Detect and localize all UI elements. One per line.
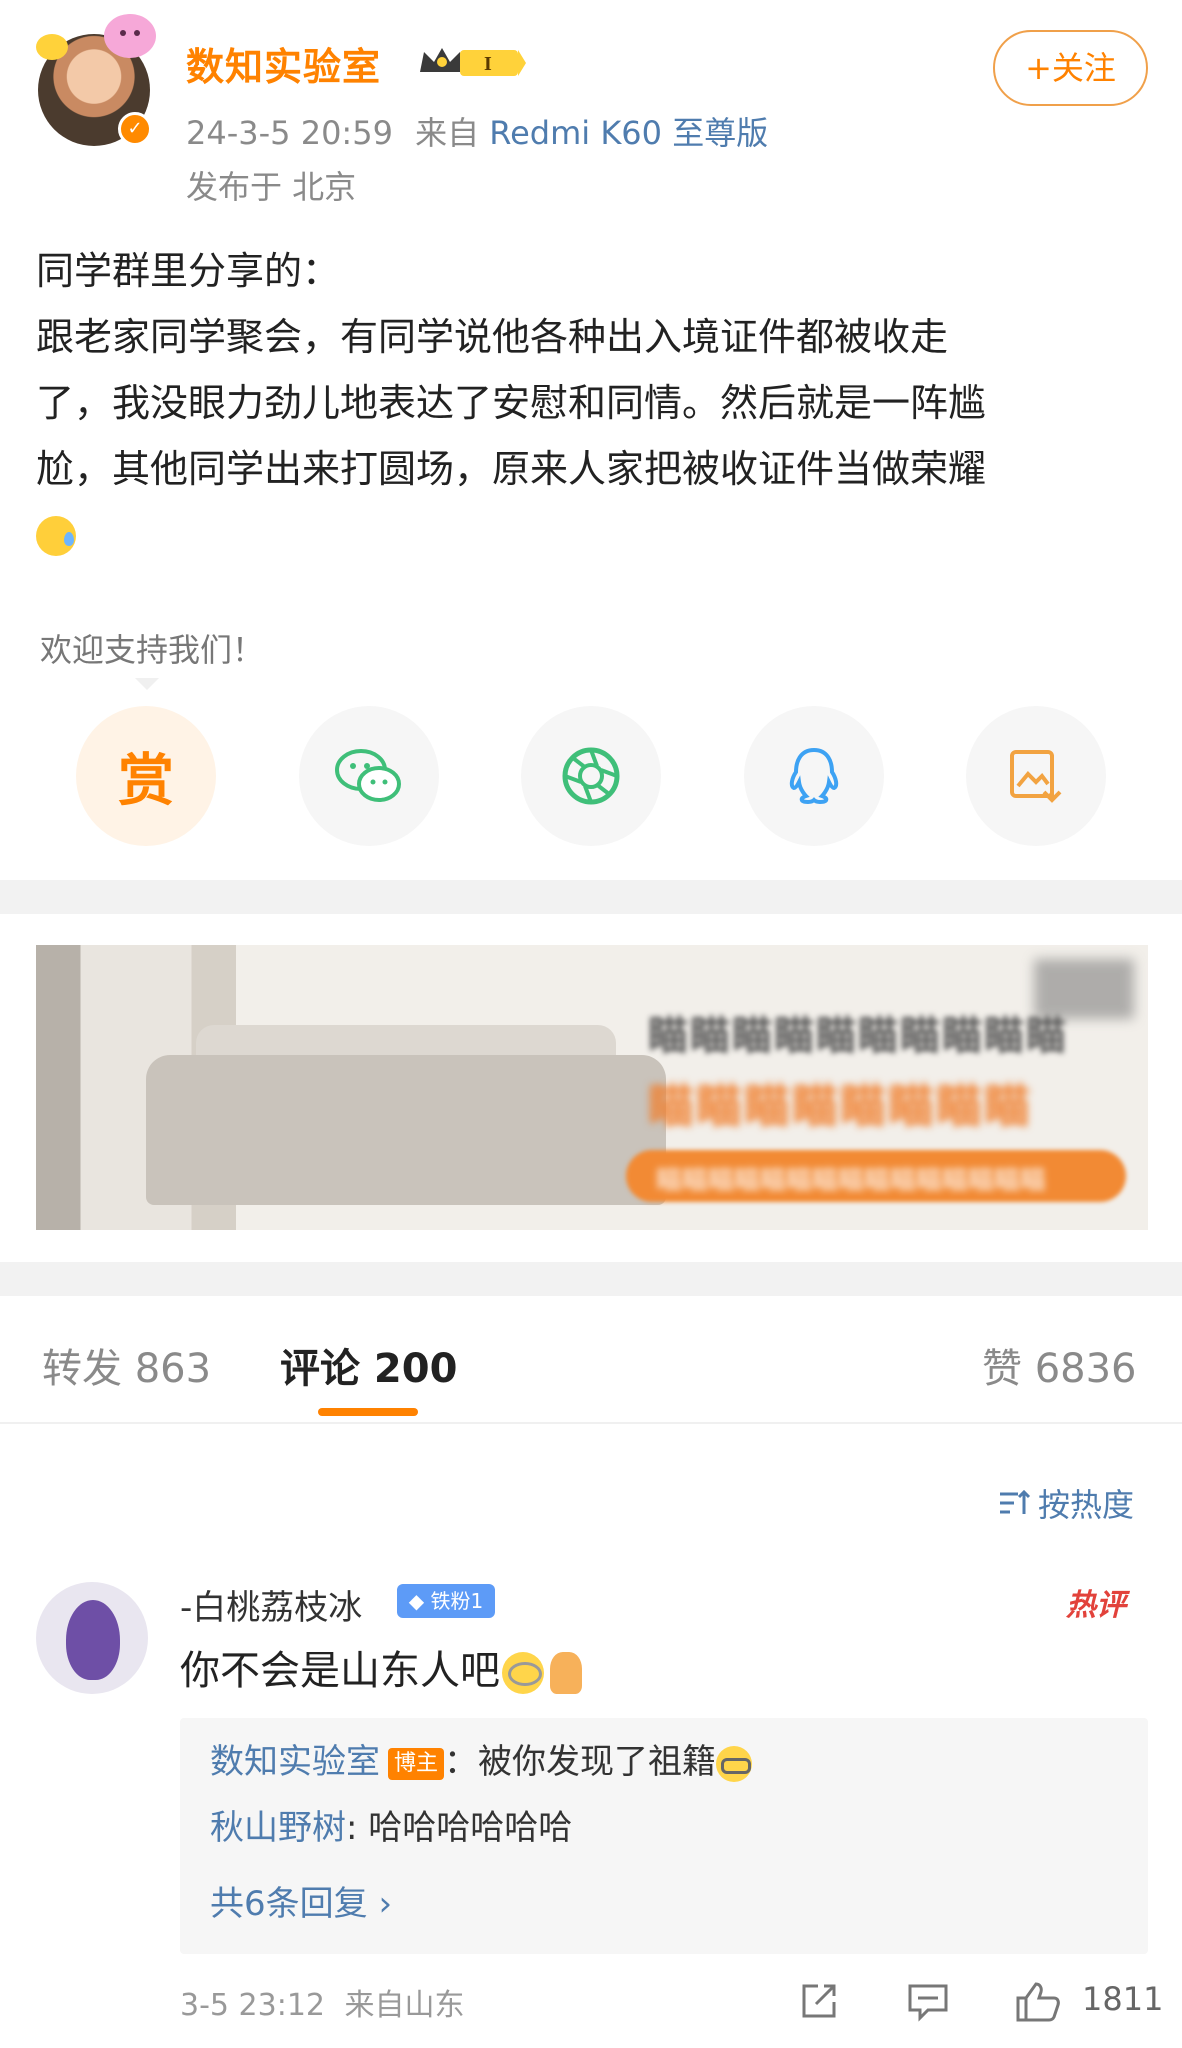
tab-likes[interactable]: 赞 6836: [982, 1336, 1137, 1394]
fan-badge-text: 铁粉1: [430, 1589, 484, 1613]
reply-author[interactable]: 秋山野树: [210, 1808, 346, 1848]
comment-text: 你不会是山东人吧: [180, 1638, 582, 1696]
post-line: 尬，其他同学出来打圆场，原来人家把被收证件当做荣耀: [36, 447, 987, 491]
section-divider: [0, 880, 1182, 914]
banner-bed-image: [146, 1055, 666, 1205]
reply-item: 数知实验室 博主 ：被你发现了祖籍: [210, 1734, 753, 1783]
save-image-icon: [1010, 750, 1062, 803]
comment-time: 3-5 23:12: [180, 1988, 325, 2023]
post-device[interactable]: Redmi K60 至尊版: [489, 114, 768, 152]
fan-level-badge: ◆ 铁粉1: [397, 1584, 495, 1618]
banner-headline: 瞄瞄瞄瞄瞄瞄瞄瞄瞄瞄: [648, 1013, 1068, 1059]
banner-subheadline: 瞄瞄瞄瞄瞄瞄瞄瞄: [648, 1079, 1032, 1133]
like-icon[interactable]: [1014, 1980, 1062, 2024]
active-tab-indicator: [318, 1408, 418, 1416]
commenter-avatar[interactable]: [36, 1582, 148, 1694]
post-line: 了，我没眼力劲儿地表达了安慰和同情。然后就是一阵尴: [36, 381, 987, 425]
section-divider: [0, 1262, 1182, 1296]
support-tip: 欢迎支持我们！: [40, 631, 265, 669]
post-line: 同学群里分享的：: [36, 249, 341, 293]
qq-icon: [789, 747, 838, 805]
post-body: 同学群里分享的： 跟老家同学聚会，有同学说他各种出入境证件都被收走 了，我没眼力…: [36, 238, 1146, 568]
post-meta: 24-3-5 20:59 来自 Redmi K60 至尊版: [186, 108, 768, 154]
share-icon[interactable]: [798, 1980, 840, 2022]
view-more-replies-link[interactable]: 共6条回复 ›: [210, 1876, 392, 1925]
verified-badge-icon: ✓: [118, 112, 152, 146]
comment-like-count: 1811: [1082, 1980, 1164, 2018]
save-image-button[interactable]: [966, 706, 1106, 846]
reply-text: ：被你发现了祖籍: [444, 1742, 717, 1782]
reply-author[interactable]: 数知实验室: [210, 1742, 380, 1782]
commenter-name[interactable]: -白桃荔枝冰: [180, 1580, 362, 1629]
tab-comments[interactable]: 评论 200: [280, 1336, 457, 1394]
reward-button[interactable]: 赏: [76, 706, 216, 846]
ad-banner[interactable]: 瞄瞄瞄瞄瞄瞄瞄瞄瞄瞄 瞄瞄瞄瞄瞄瞄瞄瞄 瞄瞄瞄瞄瞄瞄瞄瞄瞄瞄瞄瞄瞄瞄瞄: [36, 945, 1148, 1230]
tab-repost[interactable]: 转发 863: [42, 1336, 211, 1394]
follow-button[interactable]: +关注: [993, 30, 1148, 106]
author-name[interactable]: 数知实验室: [186, 36, 381, 91]
vip-crown-badge-icon[interactable]: I: [416, 42, 528, 82]
comment-icon[interactable]: [906, 1980, 950, 2022]
dizzy-face-emoji-icon: [502, 1652, 544, 1694]
post-line: 跟老家同学聚会，有同学说他各种出入境证件都被收走: [36, 315, 949, 359]
avatar-pendant-pink-creature-icon: [104, 14, 156, 58]
blogger-badge: 博主: [388, 1747, 445, 1780]
reply-text: : 哈哈哈哈哈哈: [346, 1808, 573, 1848]
vip-level-text: I: [484, 53, 492, 75]
moments-icon: [562, 747, 620, 805]
share-wechat-button[interactable]: [298, 706, 439, 846]
wechat-icon: [334, 749, 401, 802]
post-time: 24-3-5 20:59: [186, 114, 393, 152]
share-moments-button[interactable]: [521, 706, 661, 846]
reward-icon: 赏: [118, 748, 174, 814]
doll-emoji-icon: [550, 1652, 582, 1694]
hot-comment-tag: 热评: [1066, 1588, 1126, 1623]
share-qq-button[interactable]: [743, 706, 884, 846]
reply-item: 秋山野树: 哈哈哈哈哈哈: [210, 1800, 572, 1849]
avatar-pendant-star-icon: [36, 34, 68, 60]
glasses-emoji-icon: [716, 1745, 753, 1782]
share-actions: 赏: [76, 706, 1106, 846]
post-location: 发布于 北京: [186, 168, 357, 206]
comment-location: 来自山东: [344, 1988, 465, 2023]
sweat-smile-emoji-icon: [36, 516, 76, 556]
banner-cta-text: 瞄瞄瞄瞄瞄瞄瞄瞄瞄瞄瞄瞄瞄瞄瞄: [656, 1166, 1047, 1196]
comment-text-body: 你不会是山东人吧: [180, 1648, 500, 1694]
tooltip-arrow: [135, 678, 159, 690]
sort-label: 按热度: [1038, 1486, 1135, 1524]
sort-by-hot-button[interactable]: 按热度: [998, 1480, 1134, 1526]
comment-meta: 3-5 23:12 来自山东: [180, 1980, 465, 2024]
tabs-divider: [0, 1422, 1182, 1424]
banner-cta[interactable]: 瞄瞄瞄瞄瞄瞄瞄瞄瞄瞄瞄瞄瞄瞄瞄: [626, 1150, 1126, 1202]
sort-icon: [1000, 1489, 1031, 1514]
source-prefix: 来自: [415, 114, 480, 152]
